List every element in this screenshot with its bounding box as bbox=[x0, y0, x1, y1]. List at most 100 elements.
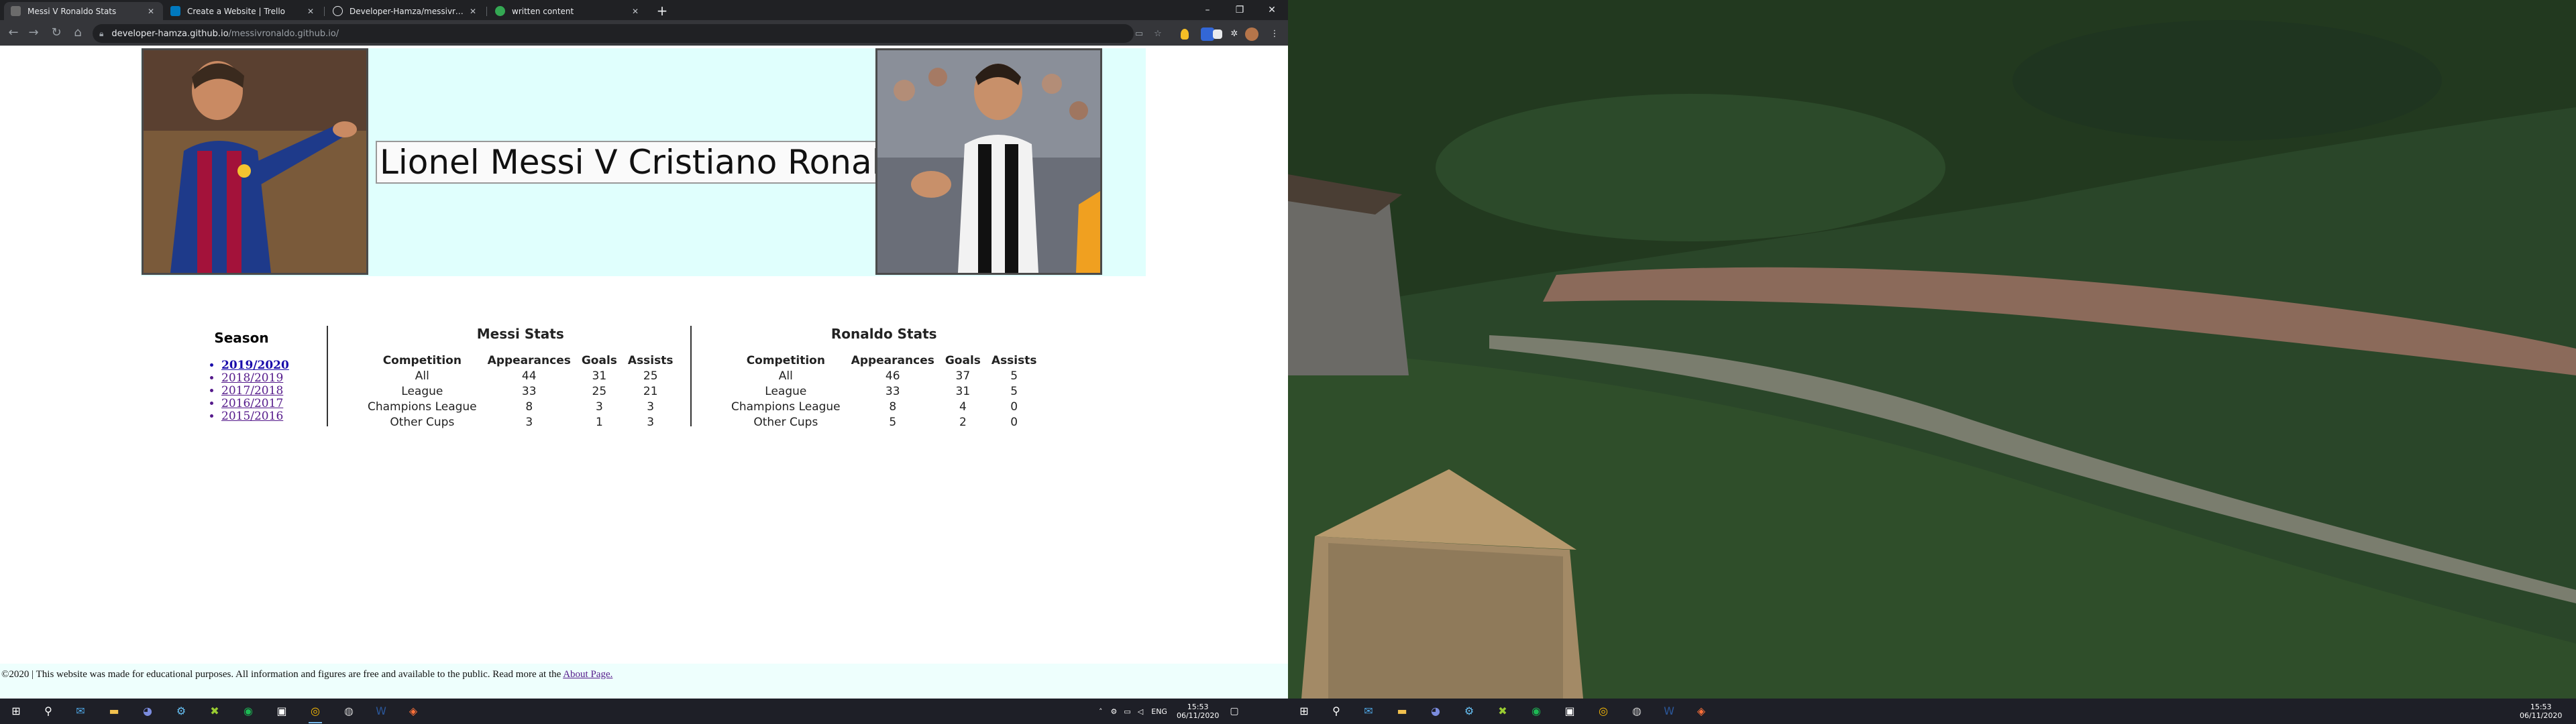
steam-icon[interactable]: ⚙ bbox=[172, 702, 191, 721]
close-tab-icon[interactable]: ✕ bbox=[630, 7, 641, 16]
search-icon[interactable]: ⚲ bbox=[1327, 702, 1346, 721]
table-cell: 31 bbox=[955, 385, 971, 398]
table-cell: 3 bbox=[595, 400, 603, 414]
table-row: Other Cups 3 1 3 bbox=[362, 415, 679, 430]
firefox-icon[interactable]: ◈ bbox=[404, 702, 423, 721]
page-favicon-icon bbox=[11, 6, 21, 16]
network-icon[interactable]: ▭ bbox=[1124, 707, 1130, 716]
table-cell: 5 bbox=[889, 416, 897, 429]
season-link-2018-2019[interactable]: 2018/2019 bbox=[221, 372, 283, 385]
table-row: Champions League 8 4 0 bbox=[726, 400, 1042, 415]
word-icon[interactable]: W bbox=[372, 702, 390, 721]
xbox-icon[interactable]: ✖ bbox=[1493, 702, 1512, 721]
tab-messi-v-ronaldo[interactable]: Messi V Ronaldo Stats ✕ bbox=[4, 2, 163, 20]
extensions-puzzle-icon[interactable]: ✲ bbox=[1228, 27, 1241, 41]
home-icon[interactable]: ⌂ bbox=[70, 25, 86, 41]
table-cell: 0 bbox=[1010, 416, 1018, 429]
table-cell: 3 bbox=[647, 400, 655, 414]
bookmark-star-icon[interactable]: ☆ bbox=[1151, 27, 1165, 41]
steam-icon[interactable]: ⚙ bbox=[1460, 702, 1479, 721]
system-tray-right: 15:53 06/11/2020 bbox=[2520, 699, 2562, 724]
table-cell: 46 bbox=[885, 369, 900, 383]
word-icon[interactable]: W bbox=[1660, 702, 1678, 721]
tab-trello[interactable]: Create a Website | Trello ✕ bbox=[164, 2, 323, 20]
table-cell: 8 bbox=[525, 400, 533, 414]
volume-icon[interactable]: ◁ bbox=[1138, 707, 1143, 716]
settings-icon[interactable]: ⚙ bbox=[1111, 707, 1118, 716]
minimize-button[interactable]: – bbox=[1191, 0, 1224, 20]
chrome-icon[interactable]: ◎ bbox=[306, 702, 325, 723]
menu-dots-icon[interactable]: ⋮ bbox=[1268, 27, 1281, 41]
firefox-icon[interactable]: ◈ bbox=[1692, 702, 1711, 721]
season-link-2016-2017[interactable]: 2016/2017 bbox=[221, 398, 283, 410]
season-link-2017-2018[interactable]: 2017/2018 bbox=[221, 385, 283, 398]
discord-icon[interactable]: ◕ bbox=[138, 702, 157, 721]
footer-text: ©2020 | This website was made for educat… bbox=[1, 669, 561, 680]
extension-box-icon[interactable] bbox=[1213, 29, 1222, 39]
page-footer: ©2020 | This website was made for educat… bbox=[0, 664, 1288, 699]
season-link-2019-2020[interactable]: 2019/2020 bbox=[221, 359, 289, 372]
column-header: Goals bbox=[945, 354, 981, 367]
chevron-up-icon[interactable]: ˄ bbox=[1099, 707, 1103, 716]
mail-icon[interactable]: ✉ bbox=[71, 702, 90, 721]
cast-icon[interactable]: ▭ bbox=[1132, 27, 1146, 41]
table-cell: 3 bbox=[647, 416, 655, 429]
file-explorer-icon[interactable]: ▬ bbox=[1393, 702, 1411, 721]
git-icon[interactable]: ◍ bbox=[1627, 702, 1646, 721]
mountain-landscape-wallpaper bbox=[1288, 0, 2576, 699]
xbox-icon[interactable]: ✖ bbox=[205, 702, 224, 721]
epic-games-icon[interactable]: ▣ bbox=[272, 702, 291, 721]
about-page-link[interactable]: About Page. bbox=[563, 669, 612, 680]
column-header: Goals bbox=[581, 354, 617, 367]
table-cell: 8 bbox=[889, 400, 897, 414]
extension-square-icon[interactable] bbox=[1201, 27, 1214, 41]
profile-avatar[interactable] bbox=[1245, 27, 1258, 41]
windows-start-icon[interactable]: ⊞ bbox=[1295, 702, 1313, 721]
table-cell: Champions League bbox=[731, 400, 841, 414]
clock-right[interactable]: 15:53 06/11/2020 bbox=[2520, 703, 2562, 720]
season-link-2015-2016[interactable]: 2015/2016 bbox=[221, 410, 283, 423]
back-arrow-icon[interactable]: ← bbox=[5, 25, 21, 41]
clock-date: 06/11/2020 bbox=[2520, 711, 2563, 720]
file-explorer-icon[interactable]: ▬ bbox=[105, 702, 123, 721]
table-cell: 37 bbox=[955, 369, 971, 383]
chrome-icon[interactable]: ◎ bbox=[1594, 702, 1613, 721]
tab-written-content[interactable]: written content ✕ bbox=[488, 2, 647, 20]
ronaldo-stats: Ronaldo Stats Competition Appearances Go… bbox=[726, 326, 1042, 430]
table-cell: 25 bbox=[643, 369, 658, 383]
clock-time: 15:53 bbox=[1187, 703, 1209, 711]
clock[interactable]: 15:53 06/11/2020 bbox=[1177, 703, 1219, 720]
extension-bulb-icon[interactable] bbox=[1181, 29, 1189, 40]
column-header: Assists bbox=[991, 354, 1037, 367]
forward-arrow-icon[interactable]: → bbox=[25, 25, 42, 41]
web-page: Lionel Messi V Cristiano Ronaldo Season bbox=[0, 46, 1288, 699]
table-cell: All bbox=[778, 369, 793, 383]
epic-games-icon[interactable]: ▣ bbox=[1560, 702, 1579, 721]
clock-time: 15:53 bbox=[2530, 703, 2552, 711]
tab-github[interactable]: Developer-Hamza/messivronaldo ✕ bbox=[326, 2, 485, 20]
language-indicator[interactable]: ENG bbox=[1151, 707, 1167, 716]
table-cell: 5 bbox=[1010, 369, 1018, 383]
spotify-icon[interactable]: ◉ bbox=[1527, 702, 1546, 721]
new-tab-button[interactable]: + bbox=[654, 3, 670, 19]
close-tab-icon[interactable]: ✕ bbox=[146, 7, 156, 16]
mail-icon[interactable]: ✉ bbox=[1359, 702, 1378, 721]
reload-icon[interactable]: ↻ bbox=[48, 25, 64, 41]
close-window-button[interactable]: ✕ bbox=[1256, 0, 1288, 20]
discord-icon[interactable]: ◕ bbox=[1426, 702, 1445, 721]
notification-icon[interactable]: ▢ bbox=[1230, 706, 1238, 717]
taskbar-left: ⊞ ⚲ ✉ ▬ ◕ ⚙ ✖ ◉ ▣ ◎ ◍ W ◈ ˄ ⚙ ▭ ◁ ENG 15… bbox=[0, 699, 1288, 724]
table-cell: 33 bbox=[521, 385, 537, 398]
messi-stats: Messi Stats Competition Appearances Goal… bbox=[362, 326, 679, 430]
restore-button[interactable]: ❐ bbox=[1224, 0, 1256, 20]
search-icon[interactable]: ⚲ bbox=[39, 702, 58, 721]
close-tab-icon[interactable]: ✕ bbox=[468, 7, 478, 16]
address-bar[interactable]: 🔒︎ developer-hamza.github.io /messivrona… bbox=[93, 24, 1134, 43]
windows-start-icon[interactable]: ⊞ bbox=[7, 702, 25, 721]
column-header: Competition bbox=[746, 354, 825, 367]
spotify-icon[interactable]: ◉ bbox=[239, 702, 258, 721]
url-path: /messivronaldo.github.io/ bbox=[228, 28, 339, 39]
git-icon[interactable]: ◍ bbox=[339, 702, 358, 721]
table-cell: 31 bbox=[592, 369, 607, 383]
close-tab-icon[interactable]: ✕ bbox=[305, 7, 316, 16]
